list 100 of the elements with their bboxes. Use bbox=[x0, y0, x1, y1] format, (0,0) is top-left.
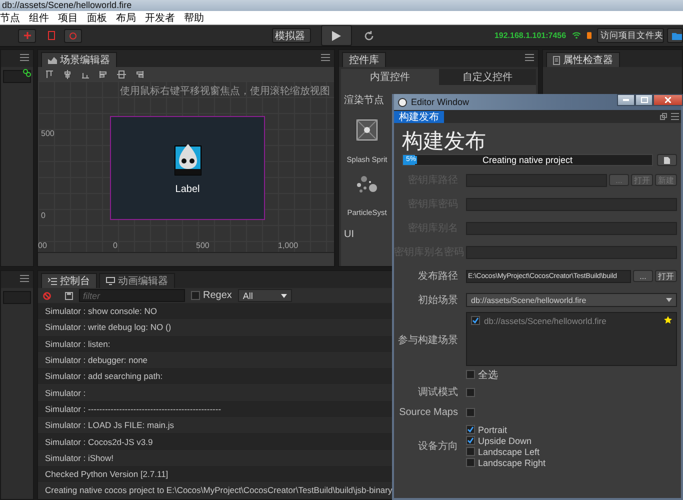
field-label: 参与构建场景 bbox=[397, 334, 459, 347]
node-label[interactable]: Label bbox=[175, 184, 200, 194]
panel-tab[interactable]: 属性检查器 bbox=[546, 52, 620, 67]
panel-tab[interactable]: 控制台 bbox=[41, 273, 97, 288]
caret-icon bbox=[280, 294, 287, 298]
device-icon[interactable] bbox=[587, 31, 592, 40]
menu-icon[interactable] bbox=[321, 54, 330, 61]
scene-select[interactable]: db://assets/Scene/helloworld.fire bbox=[466, 293, 677, 307]
checkbox[interactable] bbox=[191, 291, 200, 300]
document-icon bbox=[48, 31, 54, 40]
align-icon[interactable] bbox=[63, 70, 72, 78]
library-tab[interactable]: 内置控件 bbox=[341, 69, 438, 85]
plus-icon bbox=[24, 32, 30, 39]
platform-select[interactable]: 模拟器 bbox=[272, 28, 312, 43]
axis-label: 500 bbox=[196, 241, 210, 250]
wifi-icon bbox=[572, 31, 582, 40]
search-field[interactable] bbox=[3, 291, 31, 304]
particle-icon[interactable] bbox=[356, 176, 378, 194]
align-icon[interactable] bbox=[99, 70, 108, 78]
window-title: Editor Window bbox=[411, 97, 470, 107]
play-button[interactable] bbox=[321, 25, 352, 46]
app-icon bbox=[398, 98, 407, 106]
field-button[interactable]: 打开 bbox=[655, 270, 677, 282]
hint-text: 使用鼠标右键平移视窗焦点，使用滚轮缩放视图 bbox=[120, 84, 330, 98]
menu-icon[interactable] bbox=[20, 54, 29, 61]
target-icon bbox=[69, 32, 77, 40]
filter-field[interactable]: filter bbox=[79, 289, 185, 302]
checkbox-label: Regex bbox=[203, 290, 232, 301]
logo-icon bbox=[174, 142, 202, 176]
list-icon bbox=[48, 278, 57, 284]
axis-label: 00 bbox=[38, 241, 47, 250]
menu-item[interactable]: 项目 bbox=[58, 10, 78, 24]
section-title: 渲染节点 bbox=[344, 94, 384, 107]
section-title: UI bbox=[344, 229, 354, 240]
menu-icon[interactable] bbox=[671, 113, 679, 120]
maximize-icon bbox=[640, 97, 648, 103]
close-icon bbox=[665, 97, 671, 103]
menu-item[interactable]: 组件 bbox=[29, 10, 49, 24]
refresh-icon bbox=[364, 30, 374, 40]
minimize-icon bbox=[623, 99, 629, 101]
align-icon[interactable] bbox=[45, 70, 54, 78]
panel-tab[interactable]: 控件库 bbox=[342, 52, 386, 67]
axis-label: 0 bbox=[41, 211, 46, 220]
ip-address: 192.168.1.101:7456 bbox=[494, 31, 566, 40]
menu-item[interactable]: 布局 bbox=[116, 10, 136, 24]
menu-item[interactable]: 帮助 bbox=[184, 10, 204, 24]
menu-icon[interactable] bbox=[525, 54, 534, 61]
level-select[interactable]: All bbox=[238, 289, 292, 302]
checkbox[interactable] bbox=[466, 458, 475, 467]
link-icon[interactable] bbox=[23, 69, 31, 77]
inspector-icon bbox=[553, 56, 560, 64]
menu-item[interactable]: 面板 bbox=[87, 10, 107, 24]
field-label: 调试模式 bbox=[417, 386, 459, 399]
toolbar-button[interactable] bbox=[64, 28, 82, 42]
window-title: db://assets/Scene/helloworld.fire bbox=[2, 0, 132, 11]
checkbox-label: Upside Down bbox=[478, 436, 532, 446]
close-button[interactable] bbox=[653, 94, 683, 106]
document-icon bbox=[664, 156, 670, 164]
menu-item[interactable]: 节点 bbox=[0, 10, 20, 24]
window-tab[interactable]: 构建发布 bbox=[394, 111, 444, 123]
add-button[interactable] bbox=[18, 28, 36, 42]
checkbox[interactable] bbox=[466, 408, 475, 416]
checkbox-label: 全选 bbox=[478, 368, 498, 382]
log-button[interactable] bbox=[657, 154, 677, 166]
checkbox[interactable] bbox=[466, 447, 475, 456]
library-tab[interactable]: 自定义控件 bbox=[438, 69, 536, 85]
save-icon[interactable] bbox=[65, 292, 73, 300]
checkbox[interactable] bbox=[471, 316, 480, 325]
play-icon bbox=[332, 30, 342, 40]
axis-label: 0 bbox=[113, 241, 118, 250]
search-field[interactable] bbox=[3, 70, 31, 83]
field-label: 发布路径 bbox=[417, 270, 459, 283]
checkbox-label: Portrait bbox=[478, 424, 508, 434]
checkbox[interactable] bbox=[466, 370, 475, 379]
checkbox[interactable] bbox=[466, 436, 475, 445]
open-project-folder-button[interactable]: 访问项目文件夹 bbox=[596, 28, 664, 43]
star-icon bbox=[664, 316, 672, 324]
align-icon[interactable] bbox=[135, 70, 144, 78]
build-heading: 构建发布 bbox=[401, 129, 487, 154]
minimize-button[interactable] bbox=[617, 94, 635, 106]
sprite-icon[interactable] bbox=[356, 119, 378, 141]
scene-icon bbox=[48, 56, 57, 64]
checkbox[interactable] bbox=[466, 425, 475, 434]
clear-icon[interactable] bbox=[43, 292, 51, 300]
panel-tab[interactable]: 动画编辑器 bbox=[99, 273, 175, 288]
toolbar-button[interactable] bbox=[667, 28, 683, 43]
axis-label: 500 bbox=[41, 129, 54, 138]
field-button[interactable]: ... bbox=[633, 270, 653, 282]
checkbox-label: Landscape Right bbox=[478, 458, 546, 468]
field-label: Source Maps bbox=[398, 406, 459, 418]
maximize-button[interactable] bbox=[635, 94, 653, 106]
menu-icon[interactable] bbox=[20, 275, 29, 282]
menu-item[interactable]: 开发者 bbox=[145, 10, 175, 24]
align-icon[interactable] bbox=[117, 70, 126, 78]
folder-icon bbox=[672, 32, 682, 40]
axis-label: 1,000 bbox=[278, 241, 298, 250]
popout-icon[interactable] bbox=[660, 113, 667, 120]
checkbox[interactable] bbox=[466, 388, 475, 396]
scene-grid[interactable]: 使用鼠标右键平移视窗焦点，使用滚轮缩放视图 500 0 00 0 500 1,000 Label bbox=[38, 81, 334, 252]
panel-tab[interactable]: 场景编辑器 bbox=[41, 52, 117, 67]
